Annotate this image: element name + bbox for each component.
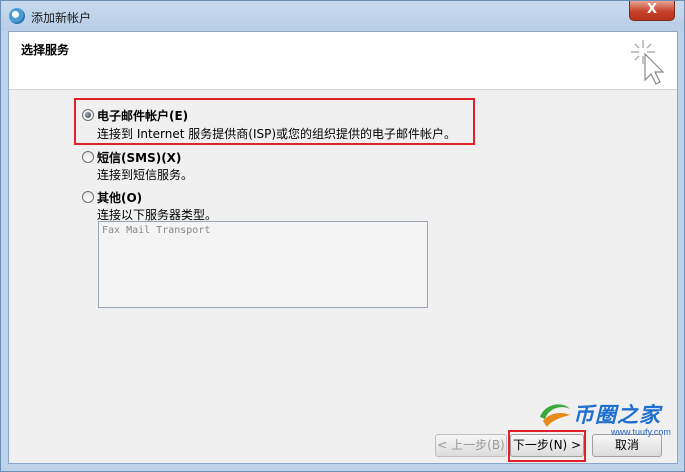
watermark: 币圈之家 www.tuufy.com: [537, 399, 682, 439]
app-icon: [9, 8, 25, 24]
sms-description: 连接到短信服务。: [97, 168, 194, 182]
window-title: 添加新帐户: [31, 11, 92, 25]
back-button[interactable]: < 上一步(B): [435, 434, 507, 457]
watermark-url: www.tuufy.com: [611, 427, 671, 437]
title-bar[interactable]: 添加新帐户 X: [1, 1, 684, 31]
email-account-description: 连接到 Internet 服务提供商(ISP)或您的组织提供的电子邮件帐户。: [97, 127, 457, 141]
close-icon: X: [646, 2, 658, 17]
sms-label[interactable]: 短信(SMS)(X): [97, 149, 181, 166]
other-radio[interactable]: [82, 191, 94, 203]
watermark-brand: 币圈之家: [573, 403, 661, 427]
sms-radio[interactable]: [82, 151, 94, 163]
page-title: 选择服务: [21, 43, 70, 57]
email-account-radio[interactable]: [82, 109, 94, 121]
wizard-header: 选择服务: [9, 32, 677, 90]
watermark-logo-icon: [540, 404, 570, 427]
email-account-label[interactable]: 电子邮件帐户(E): [97, 107, 188, 124]
other-label[interactable]: 其他(O): [97, 189, 142, 206]
server-type-list[interactable]: Fax Mail Transport: [98, 221, 428, 308]
close-button[interactable]: X: [629, 1, 675, 21]
list-item[interactable]: Fax Mail Transport: [102, 225, 210, 236]
wizard-cursor-icon: [631, 40, 665, 85]
wizard-body: 电子邮件帐户(E) 连接到 Internet 服务提供商(ISP)或您的组织提供…: [9, 90, 677, 422]
dialog-window: 添加新帐户 X 选择服务 电子邮件帐户(E) 连接到 Internet 服务提供…: [0, 0, 685, 472]
